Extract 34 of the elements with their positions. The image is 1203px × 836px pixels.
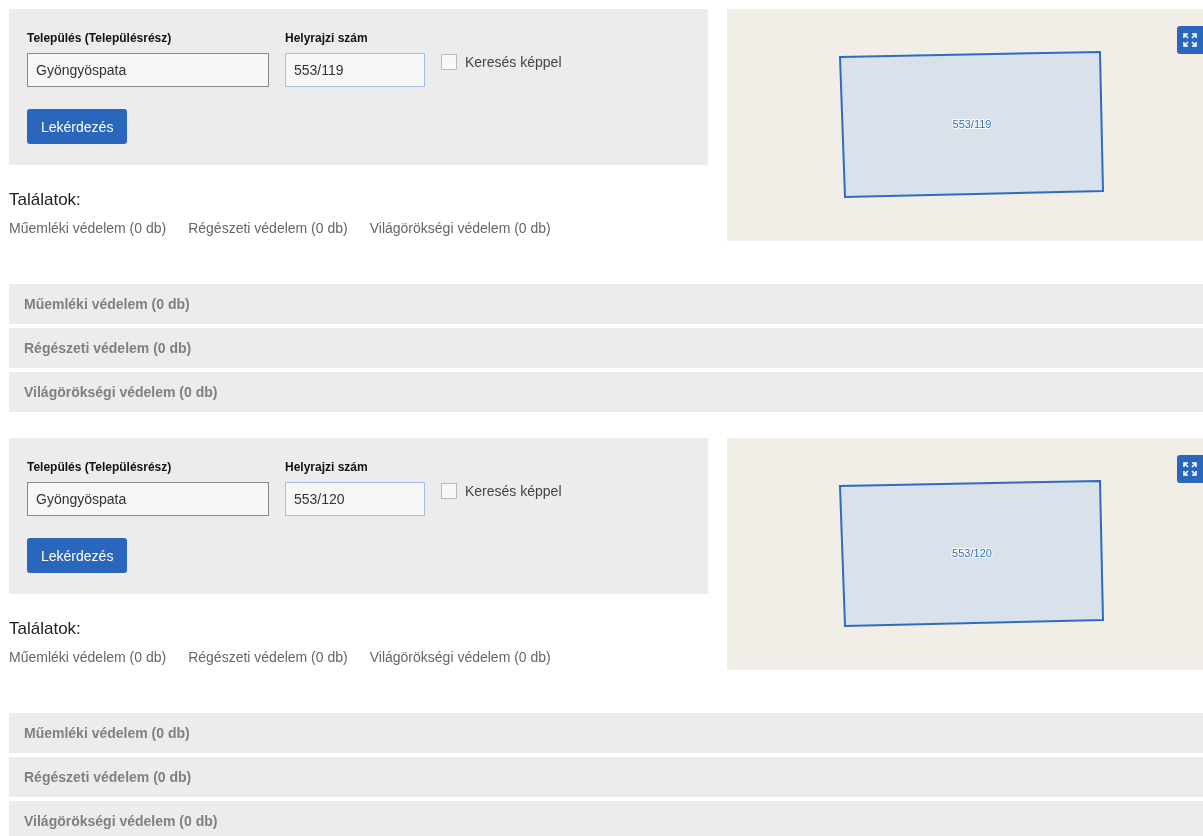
result-count: Műemléki védelem (0 db) [9, 649, 167, 665]
fullscreen-button[interactable] [1177, 26, 1203, 54]
accordion-header[interactable]: Műemléki védelem (0 db) [9, 713, 1203, 753]
results-heading: Találatok: [9, 190, 82, 210]
accordion-header[interactable]: Világörökségi védelem (0 db) [9, 801, 1203, 836]
lot-number-label: Helyrajzi szám [285, 460, 369, 474]
image-search-label: Keresés képpel [465, 54, 562, 70]
fullscreen-button[interactable] [1177, 455, 1203, 483]
settlement-label: Település (Településrész) [27, 31, 173, 45]
expand-icon [1182, 461, 1198, 477]
expand-icon [1182, 32, 1198, 48]
parcel-label: 553/119 [952, 118, 992, 130]
settlement-field[interactable]: Gyöngyöspata [27, 53, 269, 87]
result-count: Világörökségi védelem (0 db) [369, 649, 551, 665]
result-count: Világörökségi védelem (0 db) [369, 220, 551, 236]
query-button[interactable]: Lekérdezés [27, 538, 128, 573]
lot-number-label: Helyrajzi szám [285, 31, 369, 45]
result-count: Régészeti védelem (0 db) [188, 649, 348, 665]
accordion-header[interactable]: Világörökségi védelem (0 db) [9, 372, 1203, 412]
accordion-header[interactable]: Régészeti védelem (0 db) [9, 328, 1203, 368]
accordion-header[interactable]: Műemléki védelem (0 db) [9, 284, 1203, 324]
image-search-label: Keresés képpel [465, 483, 562, 499]
query-button[interactable]: Lekérdezés [27, 109, 128, 144]
settlement-label: Település (Településrész) [27, 460, 173, 474]
results-heading: Találatok: [9, 619, 82, 639]
image-search-checkbox[interactable] [441, 483, 457, 499]
result-count: Régészeti védelem (0 db) [188, 220, 348, 236]
parcel-label: 553/120 [952, 547, 992, 559]
accordion-header[interactable]: Régészeti védelem (0 db) [9, 757, 1203, 797]
image-search-checkbox[interactable] [441, 54, 457, 70]
lot-number-field[interactable]: 553/119 [285, 53, 425, 87]
lot-number-field[interactable]: 553/120 [285, 482, 425, 516]
settlement-field[interactable]: Gyöngyöspata [27, 482, 269, 516]
result-count: Műemléki védelem (0 db) [9, 220, 167, 236]
